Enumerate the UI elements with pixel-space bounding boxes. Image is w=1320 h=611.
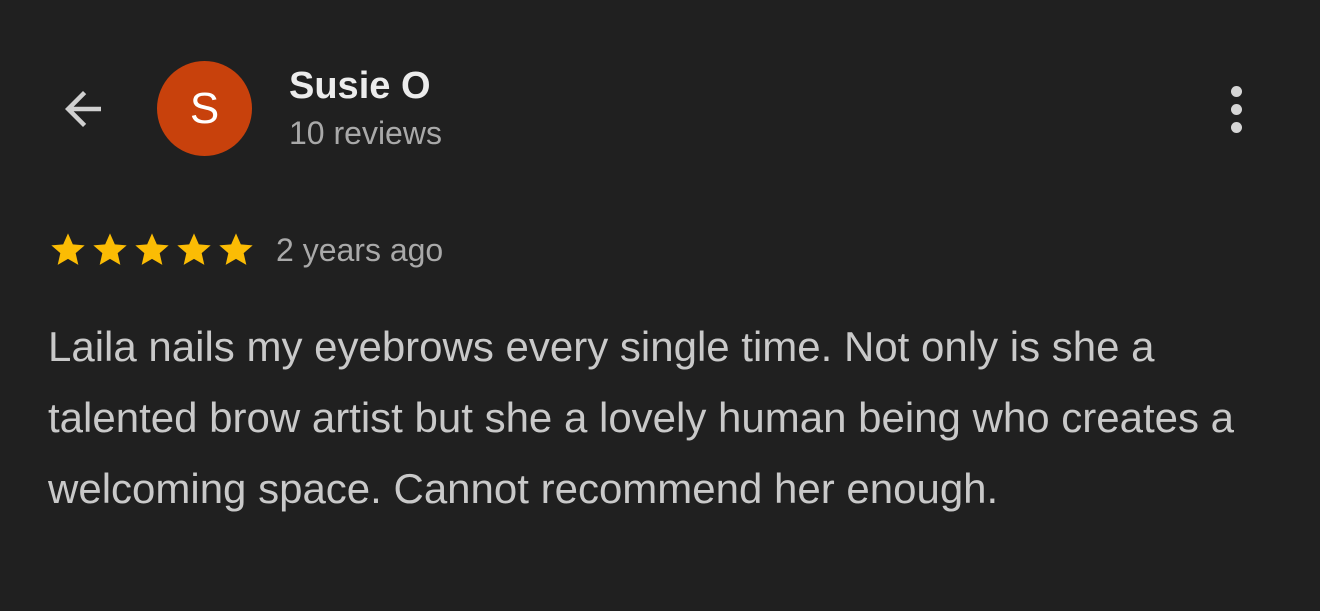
avatar-initial: S: [189, 83, 220, 133]
star-icon: [216, 230, 256, 270]
more-vertical-icon: [1230, 85, 1242, 97]
review-text: Laila nails my eyebrows every single tim…: [48, 323, 1235, 512]
reviewer-name[interactable]: Susie O: [289, 64, 431, 108]
review-count: 10 reviews: [289, 115, 442, 151]
avatar[interactable]: S: [157, 61, 252, 156]
review-page: S Susie O 10 reviews 2 years ago Laila n…: [0, 0, 1320, 611]
star-icon: [174, 230, 214, 270]
star-rating: [48, 228, 256, 272]
arrow-left-icon: [56, 82, 110, 141]
more-vertical-icon: [1230, 103, 1242, 115]
star-icon: [48, 230, 88, 270]
more-vertical-icon: [1230, 121, 1242, 133]
back-button[interactable]: [52, 80, 114, 142]
star-icon: [90, 230, 130, 270]
star-icon: [132, 230, 172, 270]
review-time: 2 years ago: [276, 232, 444, 268]
more-options-button[interactable]: [1212, 80, 1260, 138]
